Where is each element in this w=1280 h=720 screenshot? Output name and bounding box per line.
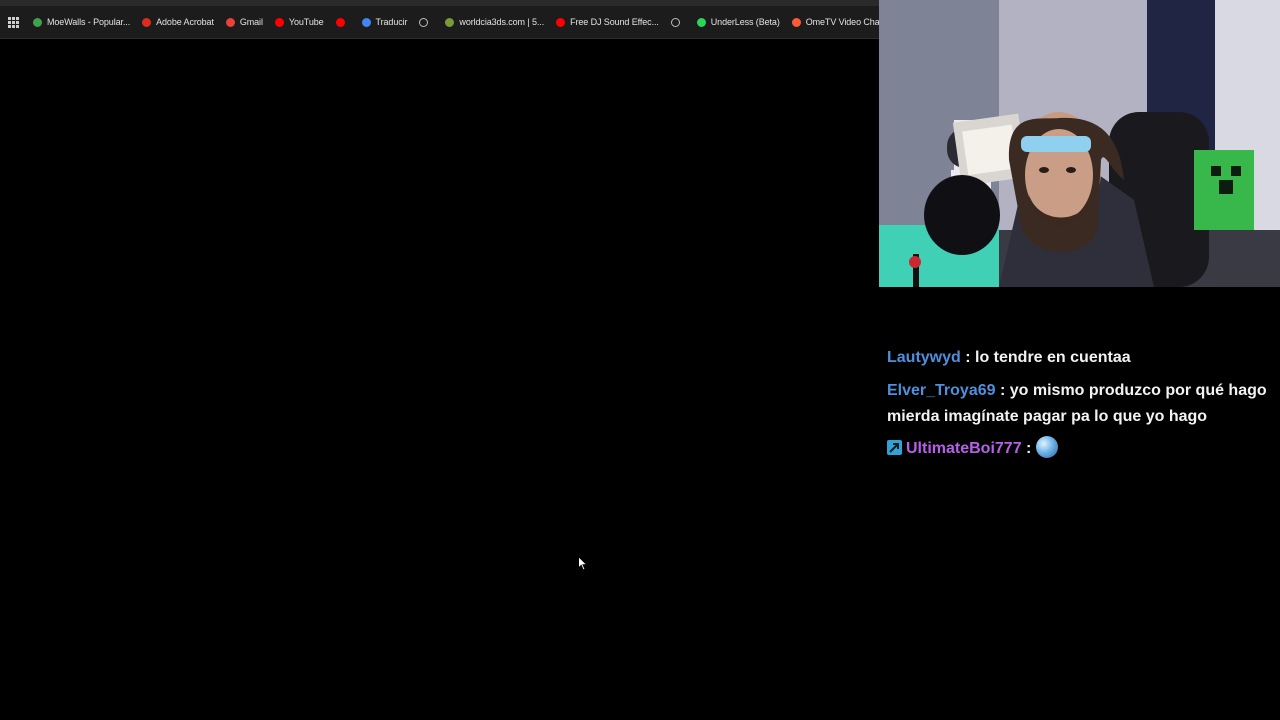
bookmark-item[interactable] — [419, 17, 433, 27]
chat-text: lo tendre en cuentaa — [975, 349, 1131, 366]
bookmark-label: Adobe Acrobat — [156, 17, 214, 27]
bookmark-item[interactable] — [670, 17, 685, 27]
bookmark-item[interactable]: YouTube — [274, 17, 324, 27]
bookmark-item[interactable]: Adobe Acrobat — [142, 17, 214, 27]
bookmark-list: MoeWalls - Popular... Adobe Acrobat Gmail Y… — [33, 17, 879, 27]
acrobat-icon — [142, 17, 152, 27]
bookmark-item[interactable]: MoeWalls - Popular... — [33, 17, 130, 27]
bookmark-item[interactable]: OmeTV Video Chat... — [791, 17, 879, 27]
bookmark-label: UnderLess (Beta) — [710, 17, 780, 27]
globe-icon — [670, 17, 680, 27]
chat-username: Lautywyd — [887, 349, 961, 366]
youtube-icon — [274, 17, 284, 27]
stream-chat-overlay: Lautywyd : lo tendre en cuentaa Elver_Tr… — [879, 287, 1280, 720]
ometv-icon — [791, 17, 801, 27]
chat-username: UltimateBoi777 — [906, 440, 1022, 457]
bookmark-label: Gmail — [239, 17, 263, 27]
translate-icon — [361, 17, 371, 27]
globe-icon — [419, 17, 429, 27]
bookmark-label: worldcia3ds.com | 5... — [459, 17, 545, 27]
youtube-icon — [556, 17, 566, 27]
youtube-icon — [335, 17, 345, 27]
bookmark-item[interactable]: worldcia3ds.com | 5... — [445, 17, 544, 27]
bookmark-item[interactable]: UnderLess (Beta) — [696, 17, 780, 27]
chat-separator: : — [1021, 440, 1036, 457]
bookmark-item[interactable]: Gmail — [225, 17, 263, 27]
underless-icon — [696, 17, 706, 27]
webcam-feed — [879, 0, 1280, 287]
subscriber-badge-icon — [887, 440, 902, 455]
worldcia-icon — [445, 17, 455, 27]
gmail-icon — [225, 17, 235, 27]
globe-emote-icon — [1035, 436, 1058, 458]
bookmark-label: MoeWalls - Popular... — [47, 17, 131, 27]
chat-message: UltimateBoi777 : — [887, 436, 1272, 462]
browser-content-area[interactable] — [0, 39, 879, 720]
bookmark-label: YouTube — [288, 17, 324, 27]
apps-grid-icon[interactable] — [8, 16, 19, 28]
bookmark-label: Free DJ Sound Effec... — [570, 17, 659, 27]
bookmark-item[interactable]: Traducir — [361, 17, 408, 27]
chat-separator: : — [995, 382, 1010, 399]
moewalls-icon — [33, 17, 42, 27]
chat-separator: : — [960, 349, 976, 366]
chat-message: Elver_Troya69 : yo mismo produzco por qu… — [887, 378, 1272, 430]
chat-username: Elver_Troya69 — [887, 382, 996, 399]
bookmarks-bar: MoeWalls - Popular... Adobe Acrobat Gmail Y… — [0, 6, 879, 39]
mouse-cursor-icon — [578, 556, 588, 571]
bookmark-item[interactable] — [335, 17, 350, 27]
bookmark-label: Traducir — [375, 17, 408, 27]
webcam-image — [879, 0, 1280, 287]
chat-message: Lautywyd : lo tendre en cuentaa — [887, 345, 1272, 371]
bookmark-item[interactable]: Free DJ Sound Effec... — [556, 17, 659, 27]
bookmark-label: OmeTV Video Chat... — [805, 17, 879, 27]
